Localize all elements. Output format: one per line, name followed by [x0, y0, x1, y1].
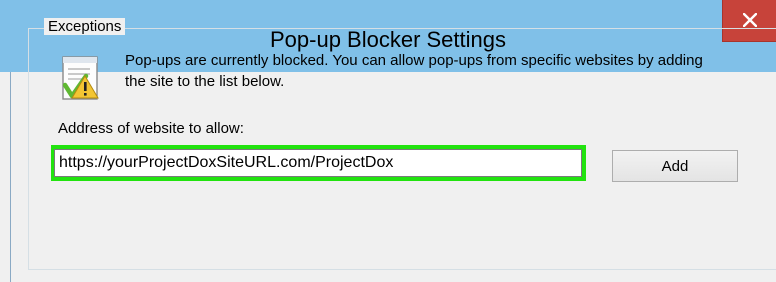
exceptions-group-label: Exceptions: [44, 18, 126, 35]
add-button[interactable]: Add: [612, 150, 738, 182]
blocked-info-text: Pop-ups are currently blocked. You can a…: [125, 52, 703, 90]
website-address-input[interactable]: [54, 149, 582, 177]
close-icon: [743, 13, 757, 27]
blocked-popup-icon: [62, 56, 99, 100]
popup-blocker-settings-window: Pop-up Blocker Settings Exceptions Pop-u…: [0, 0, 776, 282]
address-label: Address of website to allow:: [58, 120, 244, 137]
